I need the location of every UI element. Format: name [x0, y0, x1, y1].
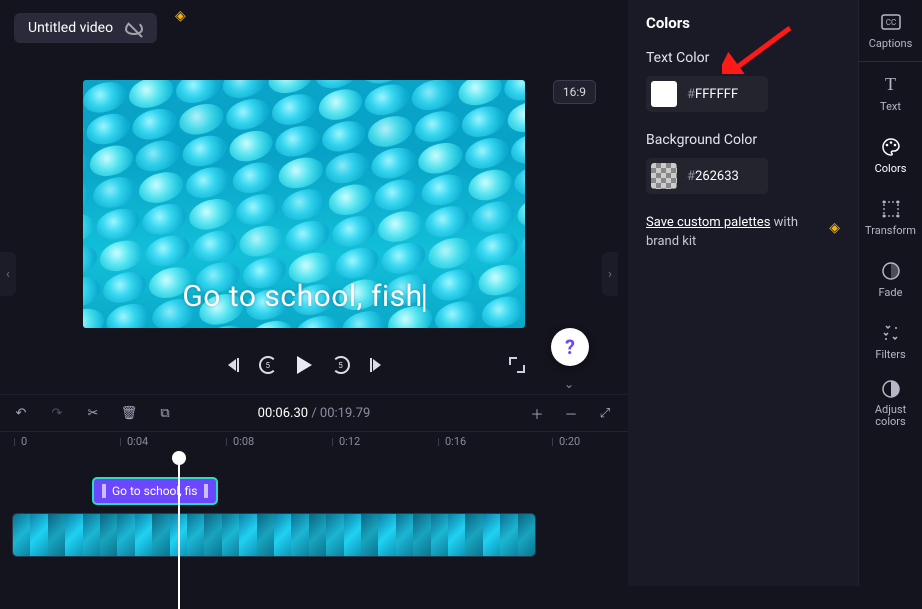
clip-handle-left[interactable] [102, 484, 106, 498]
palette-icon [880, 136, 902, 158]
rewind-5-button[interactable]: 5 [259, 356, 277, 374]
captions-icon: CC [880, 11, 902, 33]
delete-button[interactable]: 🗑 [120, 404, 138, 422]
caption-clip-label: Go to school, fis [112, 484, 198, 498]
timeline-tracks[interactable]: Go to school, fis [0, 463, 628, 583]
ruler-tick: 0:12 [332, 438, 360, 446]
bg-color-value: 262633 [695, 169, 739, 184]
caption-overlay-text[interactable]: Go to school, fish [182, 279, 425, 314]
diamond-icon: ◈ [175, 8, 186, 24]
nav-adjust-colors[interactable]: Adjust colors [859, 372, 922, 434]
bg-color-swatch [651, 163, 677, 189]
nav-filters[interactable]: Filters [859, 310, 922, 372]
undo-button[interactable]: ↶ [12, 404, 30, 422]
skip-end-icon[interactable] [370, 358, 382, 372]
ruler-tick: 0:16 [438, 438, 466, 446]
ruler-tick: 0:08 [226, 438, 254, 446]
svg-text:CC: CC [885, 18, 895, 27]
zoom-out-button[interactable]: － [562, 404, 580, 422]
duplicate-button[interactable]: ⧉ [156, 404, 174, 422]
text-color-picker[interactable]: #FFFFFF [646, 76, 768, 112]
ruler-tick: 0:04 [120, 438, 148, 446]
text-color-swatch [651, 81, 677, 107]
help-button[interactable]: ? [551, 328, 589, 366]
transform-icon [880, 198, 902, 220]
timeline-toolbar: ↶ ↷ ✂ 🗑 ⧉ 00:06.30 / 00:19.79 ＋ － ⤢ [0, 395, 628, 431]
prev-media-button[interactable]: ‹ [0, 252, 16, 296]
fullscreen-icon[interactable] [509, 357, 525, 373]
video-preview[interactable]: Go to school, fish [83, 80, 525, 328]
video-clip[interactable] [12, 513, 536, 557]
zoom-in-button[interactable]: ＋ [528, 404, 546, 422]
ruler-tick: 0 [14, 438, 27, 446]
next-media-button[interactable]: › [602, 252, 618, 296]
cloud-off-icon [125, 21, 143, 35]
collapse-chevron-icon[interactable]: ⌄ [564, 377, 574, 391]
panel-title: Colors [646, 14, 840, 32]
text-icon: T [880, 74, 902, 96]
timeline-panel: ↶ ↷ ✂ 🗑 ⧉ 00:06.30 / 00:19.79 ＋ － ⤢ 0 0:… [0, 394, 628, 586]
bg-color-label: Background Color [646, 132, 840, 148]
zoom-fit-button[interactable]: ⤢ [596, 404, 614, 422]
redo-button[interactable]: ↷ [48, 404, 66, 422]
project-title-chip[interactable]: Untitled video [14, 13, 157, 43]
preview-stage: ‹ › 16:9 Go to school, fish 5 5 [0, 56, 628, 394]
text-color-value: FFFFFF [695, 87, 738, 102]
right-nav: CC Captions T Text Colors Transform Fade… [858, 0, 922, 586]
playhead[interactable] [178, 459, 180, 609]
clip-handle-right[interactable] [204, 484, 208, 498]
fade-icon [880, 260, 902, 282]
playback-controls: 5 5 [83, 340, 525, 390]
diamond-icon: ◈ [829, 218, 840, 238]
nav-transform[interactable]: Transform [859, 186, 922, 248]
save-palettes-hint: Save custom palettes with brand kit ◈ [646, 214, 840, 252]
filters-icon [880, 322, 902, 344]
nav-fade[interactable]: Fade [859, 248, 922, 310]
timecode: 00:06.30 / 00:19.79 [258, 406, 371, 421]
forward-5-button[interactable]: 5 [332, 356, 350, 374]
split-button[interactable]: ✂ [84, 404, 102, 422]
text-color-label: Text Color [646, 50, 840, 66]
skip-start-icon[interactable] [227, 358, 239, 372]
nav-colors[interactable]: Colors [859, 124, 922, 186]
aspect-ratio-chip[interactable]: 16:9 [553, 80, 596, 104]
bg-color-picker[interactable]: #262633 [646, 158, 768, 194]
ruler-tick: 0:20 [552, 438, 580, 446]
properties-panel: Colors Text Color #FFFFFF Background Col… [628, 0, 858, 586]
nav-captions[interactable]: CC Captions [859, 0, 922, 62]
caption-clip[interactable]: Go to school, fis [92, 477, 218, 505]
project-title: Untitled video [28, 20, 113, 36]
nav-text[interactable]: T Text [859, 62, 922, 124]
save-palettes-link[interactable]: Save custom palettes [646, 215, 770, 230]
adjust-icon [880, 378, 902, 400]
play-button[interactable] [297, 356, 312, 374]
timeline-ruler[interactable]: 0 0:04 0:08 0:12 0:16 0:20 [0, 431, 628, 463]
